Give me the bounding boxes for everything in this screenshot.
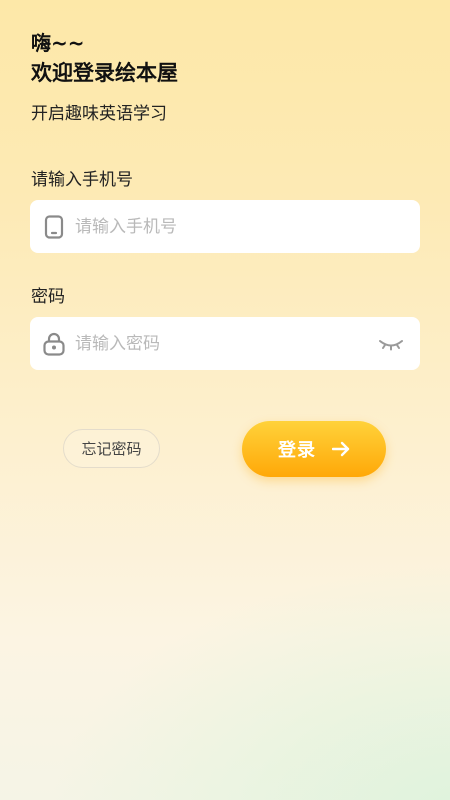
password-label: 密码	[31, 287, 65, 307]
greeting-text: 嗨~~	[31, 31, 85, 55]
login-label: 登录	[278, 440, 316, 461]
page-subtitle: 开启趣味英语学习	[31, 104, 167, 124]
phone-field[interactable]	[30, 200, 420, 253]
password-input[interactable]	[75, 317, 378, 370]
password-field[interactable]	[30, 317, 420, 370]
lock-icon	[43, 332, 65, 356]
forgot-password-button[interactable]: 忘记密码	[63, 429, 160, 468]
page-title: 欢迎登录绘本屋	[31, 61, 178, 85]
login-button[interactable]: 登录	[242, 421, 386, 477]
eye-closed-icon[interactable]	[378, 336, 404, 352]
forgot-password-label: 忘记密码	[81, 440, 142, 458]
phone-label: 请输入手机号	[31, 170, 133, 190]
greeting-block: 嗨~~ 欢迎登录绘本屋	[31, 30, 178, 88]
phone-input[interactable]	[75, 200, 420, 253]
phone-icon	[43, 214, 65, 239]
arrow-right-icon	[332, 441, 350, 457]
